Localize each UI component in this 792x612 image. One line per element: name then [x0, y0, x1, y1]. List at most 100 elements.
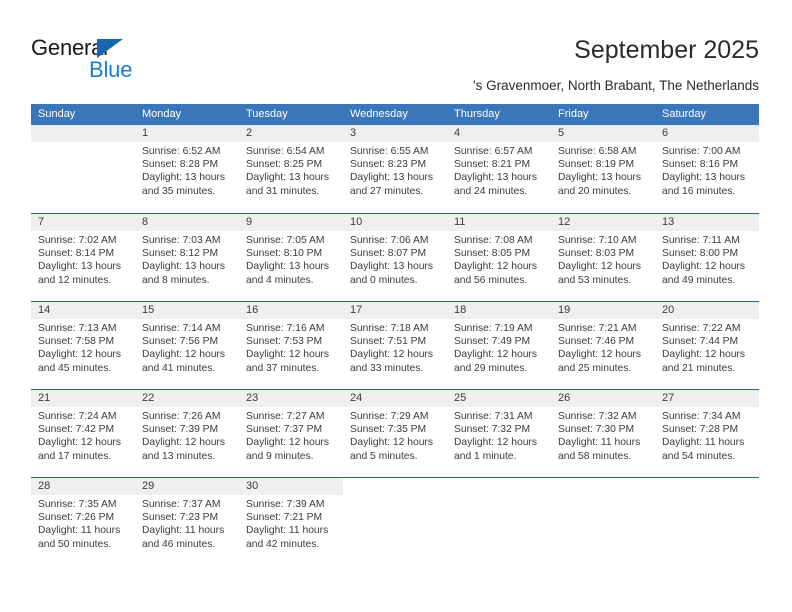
- sunrise-text: Sunrise: 7:29 AM: [350, 411, 429, 422]
- calendar-day-cell[interactable]: 15 Sunrise: 7:14 AM Sunset: 7:56 PM Dayligh…: [135, 302, 239, 389]
- day-sun-info: Sunrise: 7:18 AM Sunset: 7:51 PM Daylight:…: [343, 319, 447, 375]
- calendar-day-cell[interactable]: 29 Sunrise: 7:37 AM Sunset: 7:23 PM Dayligh…: [135, 478, 239, 565]
- daylight-text-line1: Daylight: 12 hours: [454, 261, 537, 273]
- calendar-day-cell[interactable]: 21 Sunrise: 7:24 AM Sunset: 7:42 PM Dayligh…: [31, 390, 135, 477]
- day-number: 11: [447, 214, 551, 231]
- calendar-day-cell[interactable]: 4 Sunrise: 6:57 AM Sunset: 8:21 PM Daylight…: [447, 125, 551, 213]
- daylight-text-line2: and 5 minutes.: [350, 450, 418, 462]
- calendar-day-cell-empty: [447, 478, 551, 565]
- sunrise-text: Sunrise: 7:26 AM: [142, 411, 221, 422]
- sunset-text: Sunset: 8:21 PM: [454, 159, 531, 171]
- sunset-text: Sunset: 7:21 PM: [246, 512, 323, 524]
- daylight-text-line1: Daylight: 13 hours: [142, 172, 225, 184]
- daylight-text-line2: and 29 minutes.: [454, 362, 528, 374]
- day-sun-info: Sunrise: 7:19 AM Sunset: 7:49 PM Daylight:…: [447, 319, 551, 375]
- calendar-day-cell[interactable]: 24 Sunrise: 7:29 AM Sunset: 7:35 PM Dayligh…: [343, 390, 447, 477]
- day-number: 21: [31, 390, 135, 407]
- day-sun-info: Sunrise: 7:06 AM Sunset: 8:07 PM Daylight:…: [343, 231, 447, 287]
- sunset-text: Sunset: 7:58 PM: [38, 336, 115, 348]
- daylight-text-line1: Daylight: 12 hours: [662, 349, 745, 361]
- day-number: 12: [551, 214, 655, 231]
- calendar-day-cell[interactable]: 18 Sunrise: 7:19 AM Sunset: 7:49 PM Dayligh…: [447, 302, 551, 389]
- day-number: 6: [655, 125, 759, 142]
- sunset-text: Sunset: 7:26 PM: [38, 512, 115, 524]
- daylight-text-line2: and 8 minutes.: [142, 274, 210, 286]
- calendar-day-cell[interactable]: 30 Sunrise: 7:39 AM Sunset: 7:21 PM Dayligh…: [239, 478, 343, 565]
- calendar-day-cell[interactable]: 23 Sunrise: 7:27 AM Sunset: 7:37 PM Dayligh…: [239, 390, 343, 477]
- daylight-text-line2: and 20 minutes.: [558, 185, 632, 197]
- day-number: 3: [343, 125, 447, 142]
- calendar-day-cell[interactable]: 17 Sunrise: 7:18 AM Sunset: 7:51 PM Dayligh…: [343, 302, 447, 389]
- daylight-text-line2: and 49 minutes.: [662, 274, 736, 286]
- day-sun-info: Sunrise: 7:16 AM Sunset: 7:53 PM Daylight:…: [239, 319, 343, 375]
- sunset-text: Sunset: 8:03 PM: [558, 248, 635, 260]
- daylight-text-line2: and 58 minutes.: [558, 450, 632, 462]
- calendar-day-cell[interactable]: 22 Sunrise: 7:26 AM Sunset: 7:39 PM Dayligh…: [135, 390, 239, 477]
- sunset-text: Sunset: 7:39 PM: [142, 424, 219, 436]
- sunrise-text: Sunrise: 6:54 AM: [246, 146, 325, 157]
- daylight-text-line1: Daylight: 11 hours: [558, 437, 641, 449]
- calendar-day-cell[interactable]: 3 Sunrise: 6:55 AM Sunset: 8:23 PM Daylight…: [343, 125, 447, 213]
- day-sun-info: Sunrise: 7:13 AM Sunset: 7:58 PM Daylight:…: [31, 319, 135, 375]
- day-number: [655, 478, 759, 495]
- sunrise-text: Sunrise: 7:06 AM: [350, 235, 429, 246]
- daylight-text-line1: Daylight: 12 hours: [38, 437, 121, 449]
- daylight-text-line1: Daylight: 13 hours: [350, 172, 433, 184]
- day-number: [551, 478, 655, 495]
- calendar-day-cell[interactable]: 16 Sunrise: 7:16 AM Sunset: 7:53 PM Dayligh…: [239, 302, 343, 389]
- sunrise-text: Sunrise: 7:21 AM: [558, 323, 637, 334]
- calendar-day-cell[interactable]: 14 Sunrise: 7:13 AM Sunset: 7:58 PM Dayligh…: [31, 302, 135, 389]
- sunrise-text: Sunrise: 7:00 AM: [662, 146, 741, 157]
- calendar-day-cell-empty: [655, 478, 759, 565]
- daylight-text-line1: Daylight: 11 hours: [38, 525, 121, 537]
- calendar-day-cell[interactable]: 25 Sunrise: 7:31 AM Sunset: 7:32 PM Dayligh…: [447, 390, 551, 477]
- calendar-day-cell[interactable]: 6 Sunrise: 7:00 AM Sunset: 8:16 PM Daylight…: [655, 125, 759, 213]
- calendar-day-cell[interactable]: 20 Sunrise: 7:22 AM Sunset: 7:44 PM Dayligh…: [655, 302, 759, 389]
- day-number: 1: [135, 125, 239, 142]
- calendar-day-cell[interactable]: 13 Sunrise: 7:11 AM Sunset: 8:00 PM Dayligh…: [655, 214, 759, 301]
- calendar-weeks: 1 Sunrise: 6:52 AM Sunset: 8:28 PM Daylight…: [31, 125, 759, 565]
- day-sun-info: Sunrise: 7:35 AM Sunset: 7:26 PM Daylight:…: [31, 495, 135, 551]
- calendar-day-cell[interactable]: 19 Sunrise: 7:21 AM Sunset: 7:46 PM Dayligh…: [551, 302, 655, 389]
- daylight-text-line2: and 46 minutes.: [142, 538, 216, 550]
- sunset-text: Sunset: 8:00 PM: [662, 248, 739, 260]
- daylight-text-line1: Daylight: 12 hours: [350, 437, 433, 449]
- daylight-text-line1: Daylight: 12 hours: [142, 437, 225, 449]
- calendar-day-cell[interactable]: 1 Sunrise: 6:52 AM Sunset: 8:28 PM Daylight…: [135, 125, 239, 213]
- calendar-day-cell[interactable]: 11 Sunrise: 7:08 AM Sunset: 8:05 PM Dayligh…: [447, 214, 551, 301]
- day-number: 17: [343, 302, 447, 319]
- day-number: 23: [239, 390, 343, 407]
- day-sun-info: Sunrise: 7:37 AM Sunset: 7:23 PM Daylight:…: [135, 495, 239, 551]
- calendar-day-cell[interactable]: 12 Sunrise: 7:10 AM Sunset: 8:03 PM Dayligh…: [551, 214, 655, 301]
- daylight-text-line2: and 4 minutes.: [246, 274, 314, 286]
- calendar-day-cell[interactable]: 9 Sunrise: 7:05 AM Sunset: 8:10 PM Daylight…: [239, 214, 343, 301]
- calendar-day-cell[interactable]: 5 Sunrise: 6:58 AM Sunset: 8:19 PM Daylight…: [551, 125, 655, 213]
- calendar-day-cell[interactable]: 2 Sunrise: 6:54 AM Sunset: 8:25 PM Daylight…: [239, 125, 343, 213]
- sunset-text: Sunset: 7:56 PM: [142, 336, 219, 348]
- calendar-week-row: 7 Sunrise: 7:02 AM Sunset: 8:14 PM Daylight…: [31, 213, 759, 301]
- calendar-day-cell[interactable]: 8 Sunrise: 7:03 AM Sunset: 8:12 PM Daylight…: [135, 214, 239, 301]
- day-number: 24: [343, 390, 447, 407]
- calendar-day-cell[interactable]: 27 Sunrise: 7:34 AM Sunset: 7:28 PM Dayligh…: [655, 390, 759, 477]
- day-sun-info: Sunrise: 7:39 AM Sunset: 7:21 PM Daylight:…: [239, 495, 343, 551]
- calendar-week-row: 1 Sunrise: 6:52 AM Sunset: 8:28 PM Daylight…: [31, 125, 759, 213]
- sunrise-text: Sunrise: 7:03 AM: [142, 235, 221, 246]
- daylight-text-line2: and 31 minutes.: [246, 185, 320, 197]
- calendar-day-cell[interactable]: 10 Sunrise: 7:06 AM Sunset: 8:07 PM Dayligh…: [343, 214, 447, 301]
- calendar-day-cell[interactable]: 7 Sunrise: 7:02 AM Sunset: 8:14 PM Daylight…: [31, 214, 135, 301]
- day-number: 30: [239, 478, 343, 495]
- calendar-day-cell[interactable]: 28 Sunrise: 7:35 AM Sunset: 7:26 PM Dayligh…: [31, 478, 135, 565]
- calendar-week-row: 28 Sunrise: 7:35 AM Sunset: 7:26 PM Dayligh…: [31, 477, 759, 565]
- daylight-text-line1: Daylight: 13 hours: [454, 172, 537, 184]
- daylight-text-line2: and 53 minutes.: [558, 274, 632, 286]
- sunset-text: Sunset: 7:37 PM: [246, 424, 323, 436]
- day-number: 26: [551, 390, 655, 407]
- daylight-text-line1: Daylight: 13 hours: [142, 261, 225, 273]
- day-sun-info: Sunrise: 6:58 AM Sunset: 8:19 PM Daylight:…: [551, 142, 655, 198]
- day-number: 8: [135, 214, 239, 231]
- sunrise-text: Sunrise: 7:24 AM: [38, 411, 117, 422]
- day-number: 28: [31, 478, 135, 495]
- weekday-header-monday: Monday: [142, 108, 182, 120]
- daylight-text-line1: Daylight: 12 hours: [246, 437, 329, 449]
- calendar-day-cell[interactable]: 26 Sunrise: 7:32 AM Sunset: 7:30 PM Dayligh…: [551, 390, 655, 477]
